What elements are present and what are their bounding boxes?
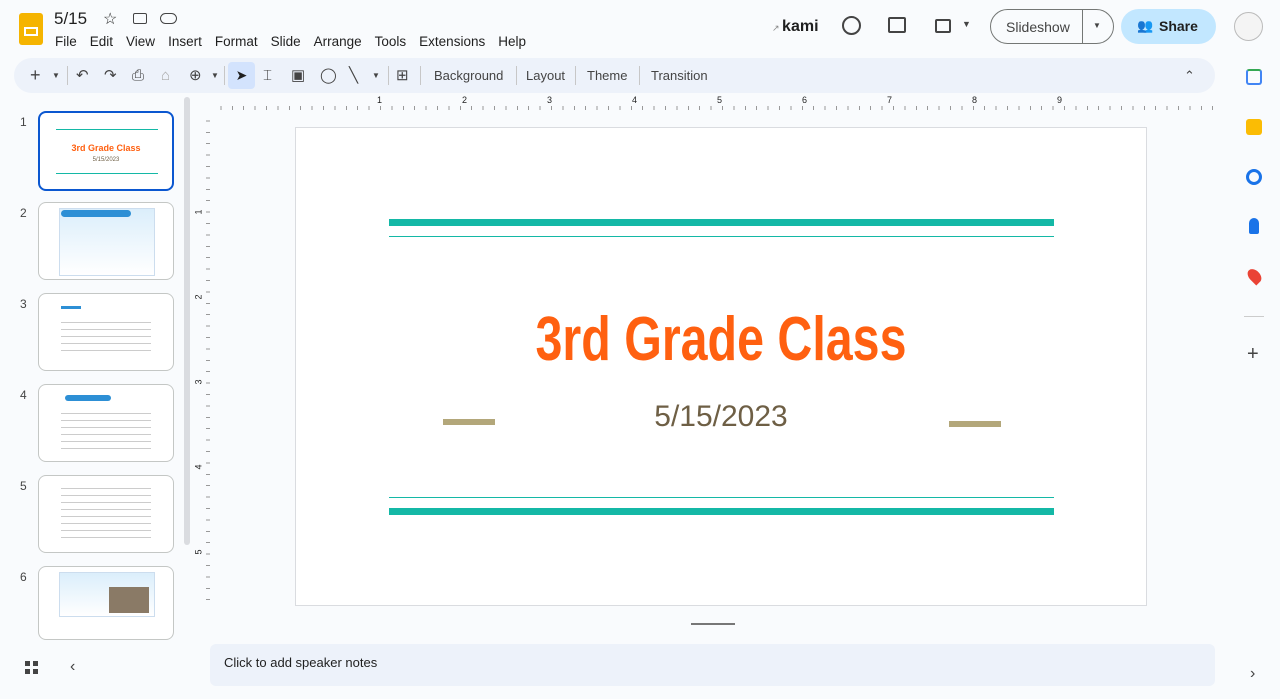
menu-insert[interactable]: Insert (168, 34, 202, 49)
bottom-thin-line (389, 497, 1054, 498)
expand-side-panel-icon[interactable]: › (1250, 665, 1255, 683)
document-title[interactable]: 5/15 (54, 9, 87, 29)
kami-extension[interactable]: ↗ kami (772, 18, 819, 36)
tasks-icon[interactable] (1246, 169, 1262, 185)
version-history-icon[interactable] (842, 16, 861, 35)
move-folder-icon[interactable] (133, 13, 147, 24)
slide-thumbnail-4[interactable] (38, 384, 174, 462)
slideshow-label: Slideshow (1006, 19, 1070, 35)
paint-format-icon[interactable]: ⌂ (161, 67, 170, 84)
maps-icon[interactable] (1244, 266, 1265, 286)
image-icon[interactable]: ▣ (291, 67, 305, 84)
slideshow-button[interactable]: Slideshow ▼ (990, 9, 1114, 44)
meet-icon[interactable] (935, 19, 951, 33)
chevron-down-icon[interactable]: ▼ (372, 67, 380, 84)
menu-arrange[interactable]: Arrange (314, 34, 362, 49)
slide-number: 1 (20, 115, 27, 129)
slide-thumbnail-1[interactable]: 3rd Grade Class 5/15/2023 (38, 111, 174, 191)
theme-button[interactable]: Theme (587, 68, 627, 83)
contacts-icon[interactable] (1249, 218, 1259, 234)
star-icon[interactable]: ☆ (103, 9, 117, 29)
add-addon-icon[interactable]: + (1247, 343, 1259, 366)
menu-file[interactable]: File (55, 34, 77, 49)
share-label: Share (1159, 18, 1198, 34)
slide-thumbnail-6[interactable] (38, 566, 174, 640)
top-thick-line (389, 219, 1054, 226)
chevron-down-icon[interactable]: ▼ (52, 67, 60, 84)
menu-view[interactable]: View (126, 34, 155, 49)
collapse-toolbar-icon[interactable]: ⌃ (1184, 67, 1195, 84)
menu-slide[interactable]: Slide (271, 34, 301, 49)
select-tool-icon[interactable]: ➤ (228, 62, 255, 89)
text-box-icon[interactable]: ⌶ (263, 67, 272, 84)
filmstrip-scrollbar[interactable] (184, 97, 190, 545)
horizontal-ruler: 1 2 3 4 5 6 7 8 9 (210, 95, 1215, 110)
bottom-thick-line (389, 508, 1054, 515)
share-button[interactable]: 👥 Share (1121, 9, 1216, 44)
print-icon[interactable]: ⎙ (132, 67, 144, 84)
speaker-notes[interactable]: Click to add speaker notes (210, 644, 1215, 686)
external-link-icon: ↗ (772, 23, 783, 33)
undo-icon[interactable]: ↶ (76, 67, 89, 84)
slide-thumbnail-5[interactable] (38, 475, 174, 553)
new-slide-icon[interactable]: + (30, 66, 41, 84)
divider (1244, 316, 1264, 317)
menu-format[interactable]: Format (215, 34, 258, 49)
slide-date[interactable]: 5/15/2023 (296, 400, 1146, 434)
kami-label: kami (782, 18, 819, 35)
line-icon[interactable]: ╲ (349, 67, 358, 84)
slides-logo[interactable] (19, 13, 43, 45)
account-avatar[interactable] (1234, 12, 1263, 41)
slide-thumbnail-2[interactable] (38, 202, 174, 280)
shape-icon[interactable]: ◯ (320, 67, 337, 84)
collapse-filmstrip-icon[interactable]: ‹ (70, 658, 75, 676)
menu-bar: File Edit View Insert Format Slide Arrange Tool… (55, 33, 539, 51)
top-thin-line (389, 236, 1054, 237)
menu-help[interactable]: Help (498, 34, 526, 49)
right-dash (949, 421, 1001, 427)
keep-icon[interactable] (1246, 119, 1262, 135)
cloud-status-icon[interactable] (160, 13, 177, 24)
background-button[interactable]: Background (434, 68, 503, 83)
menu-tools[interactable]: Tools (375, 34, 407, 49)
vertical-ruler: 1 2 3 4 5 (194, 110, 210, 610)
chevron-down-icon[interactable]: ▼ (211, 67, 219, 84)
toolbar: + ▼ ↶ ↷ ⎙ ⌂ ⊕ ▼ ➤ ⌶ ▣ ◯ ╲ ▼ ⊞ Background… (14, 58, 1215, 93)
layout-button[interactable]: Layout (526, 68, 565, 83)
comment-add-icon[interactable]: ⊞ (396, 67, 409, 84)
notes-resize-handle[interactable] (691, 623, 735, 625)
slide-title[interactable]: 3rd Grade Class (390, 304, 1053, 375)
transition-button[interactable]: Transition (651, 68, 708, 83)
menu-extensions[interactable]: Extensions (419, 34, 485, 49)
slide-thumbnail-3[interactable] (38, 293, 174, 371)
redo-icon[interactable]: ↷ (104, 67, 117, 84)
zoom-icon[interactable]: ⊕ (189, 67, 202, 84)
slide-canvas[interactable]: 3rd Grade Class 5/15/2023 (295, 127, 1147, 606)
comments-icon[interactable] (888, 17, 906, 33)
menu-edit[interactable]: Edit (90, 34, 113, 49)
chevron-down-icon[interactable]: ▼ (962, 19, 971, 29)
calendar-icon[interactable] (1246, 69, 1262, 85)
speaker-notes-placeholder: Click to add speaker notes (224, 655, 378, 670)
people-icon: 👥 (1137, 18, 1154, 33)
grid-view-icon[interactable] (25, 661, 38, 674)
slideshow-dropdown-icon[interactable]: ▼ (1093, 21, 1101, 30)
